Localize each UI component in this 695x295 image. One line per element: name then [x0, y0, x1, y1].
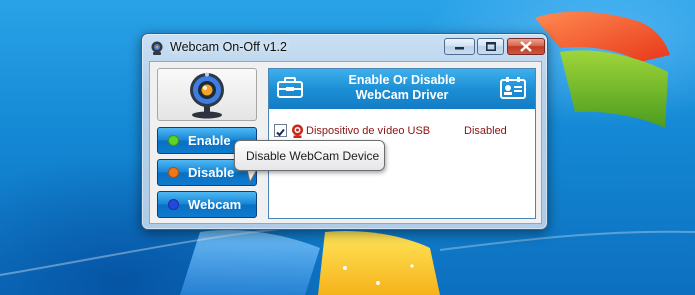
id-card-icon [500, 77, 526, 99]
app-window: Webcam On-Off v1.2 Enable Disable Webcam… [141, 33, 548, 230]
webcam-button[interactable]: Webcam [157, 191, 257, 218]
window-title: Webcam On-Off v1.2 [170, 40, 287, 54]
green-dot-icon [168, 135, 179, 146]
minimize-icon [454, 46, 464, 49]
device-status: Disabled [464, 125, 507, 137]
device-name: Dispositivo de vídeo USB [306, 125, 431, 137]
maximize-icon [485, 42, 496, 51]
webcam-button-label: Webcam [188, 197, 242, 212]
panel-title: Enable Or Disable WebCam Driver [348, 73, 456, 102]
tooltip: Disable WebCam Device [234, 140, 385, 171]
toolbox-icon [277, 77, 303, 98]
checkmark-icon [276, 128, 285, 137]
maximize-button[interactable] [477, 38, 504, 55]
tooltip-text: Disable WebCam Device [246, 148, 380, 163]
close-button[interactable] [507, 38, 545, 55]
minimize-button[interactable] [444, 38, 475, 55]
orange-dot-icon [168, 167, 179, 178]
close-icon [520, 41, 532, 52]
webcam-device-icon [292, 124, 303, 138]
webcam-app-icon [151, 41, 163, 55]
device-checkbox[interactable] [274, 124, 287, 137]
panel-header: Enable Or Disable WebCam Driver [269, 69, 535, 109]
webcam-logo [157, 68, 257, 121]
title-bar[interactable]: Webcam On-Off v1.2 [142, 34, 547, 62]
webcam-icon [190, 72, 224, 118]
blue-dot-icon [168, 199, 179, 210]
device-row[interactable]: Dispositivo de vídeo USB Disabled [274, 124, 534, 140]
